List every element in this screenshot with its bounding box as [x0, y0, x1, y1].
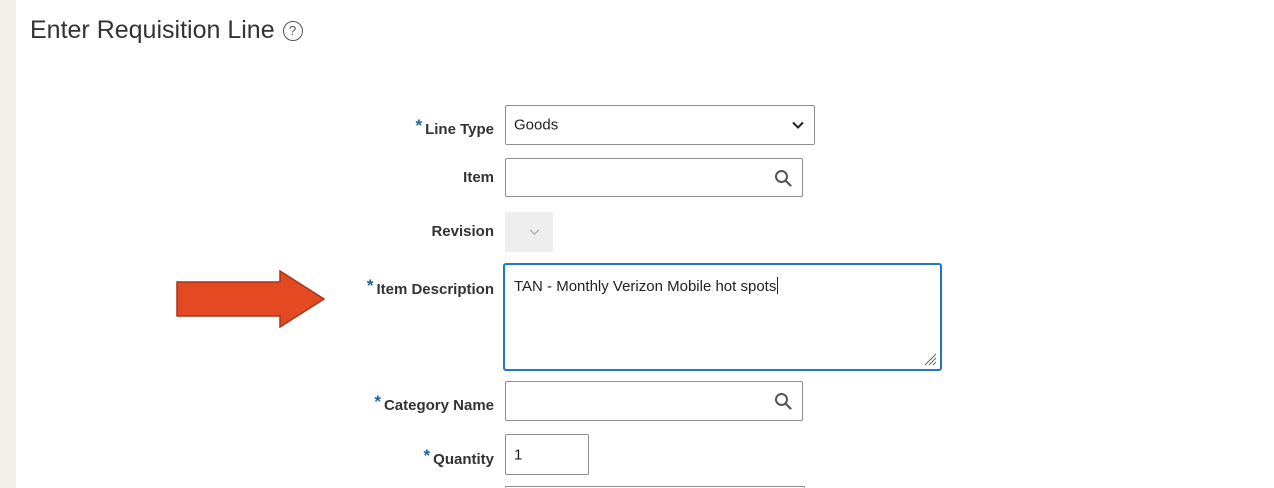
page-title-row: Enter Requisition Line ? — [30, 16, 303, 45]
quantity-input[interactable]: 1 — [505, 434, 589, 475]
required-marker: * — [423, 446, 431, 465]
help-circle-icon[interactable]: ? — [282, 20, 303, 41]
line-type-label: * Line Type — [415, 116, 494, 138]
required-marker: * — [415, 116, 423, 135]
text-cursor — [777, 277, 779, 294]
line-type-select[interactable]: Goods — [505, 105, 815, 145]
page-title: Enter Requisition Line — [30, 16, 275, 44]
quantity-label: * Quantity — [423, 446, 494, 468]
category-name-label: * Category Name — [374, 392, 494, 414]
item-description-value: TAN - Monthly Verizon Mobile hot spots — [514, 278, 777, 295]
revision-label: Revision — [431, 223, 494, 240]
revision-select[interactable] — [505, 212, 553, 252]
chevron-down-icon — [529, 229, 540, 236]
category-name-input[interactable] — [505, 381, 803, 421]
required-marker: * — [366, 276, 374, 295]
item-description-textarea[interactable]: TAN - Monthly Verizon Mobile hot spots — [503, 263, 942, 371]
line-type-value: Goods — [514, 116, 559, 134]
item-input[interactable] — [505, 158, 803, 197]
quantity-value: 1 — [514, 446, 523, 463]
arrow-right-icon — [176, 270, 326, 328]
resize-grip-icon[interactable] — [923, 352, 937, 366]
search-icon[interactable] — [774, 392, 792, 410]
item-description-label: * Item Description — [366, 276, 494, 298]
required-marker: * — [374, 392, 381, 411]
search-icon[interactable] — [774, 169, 792, 187]
chevron-down-icon — [792, 121, 804, 129]
item-label: Item — [463, 169, 494, 186]
